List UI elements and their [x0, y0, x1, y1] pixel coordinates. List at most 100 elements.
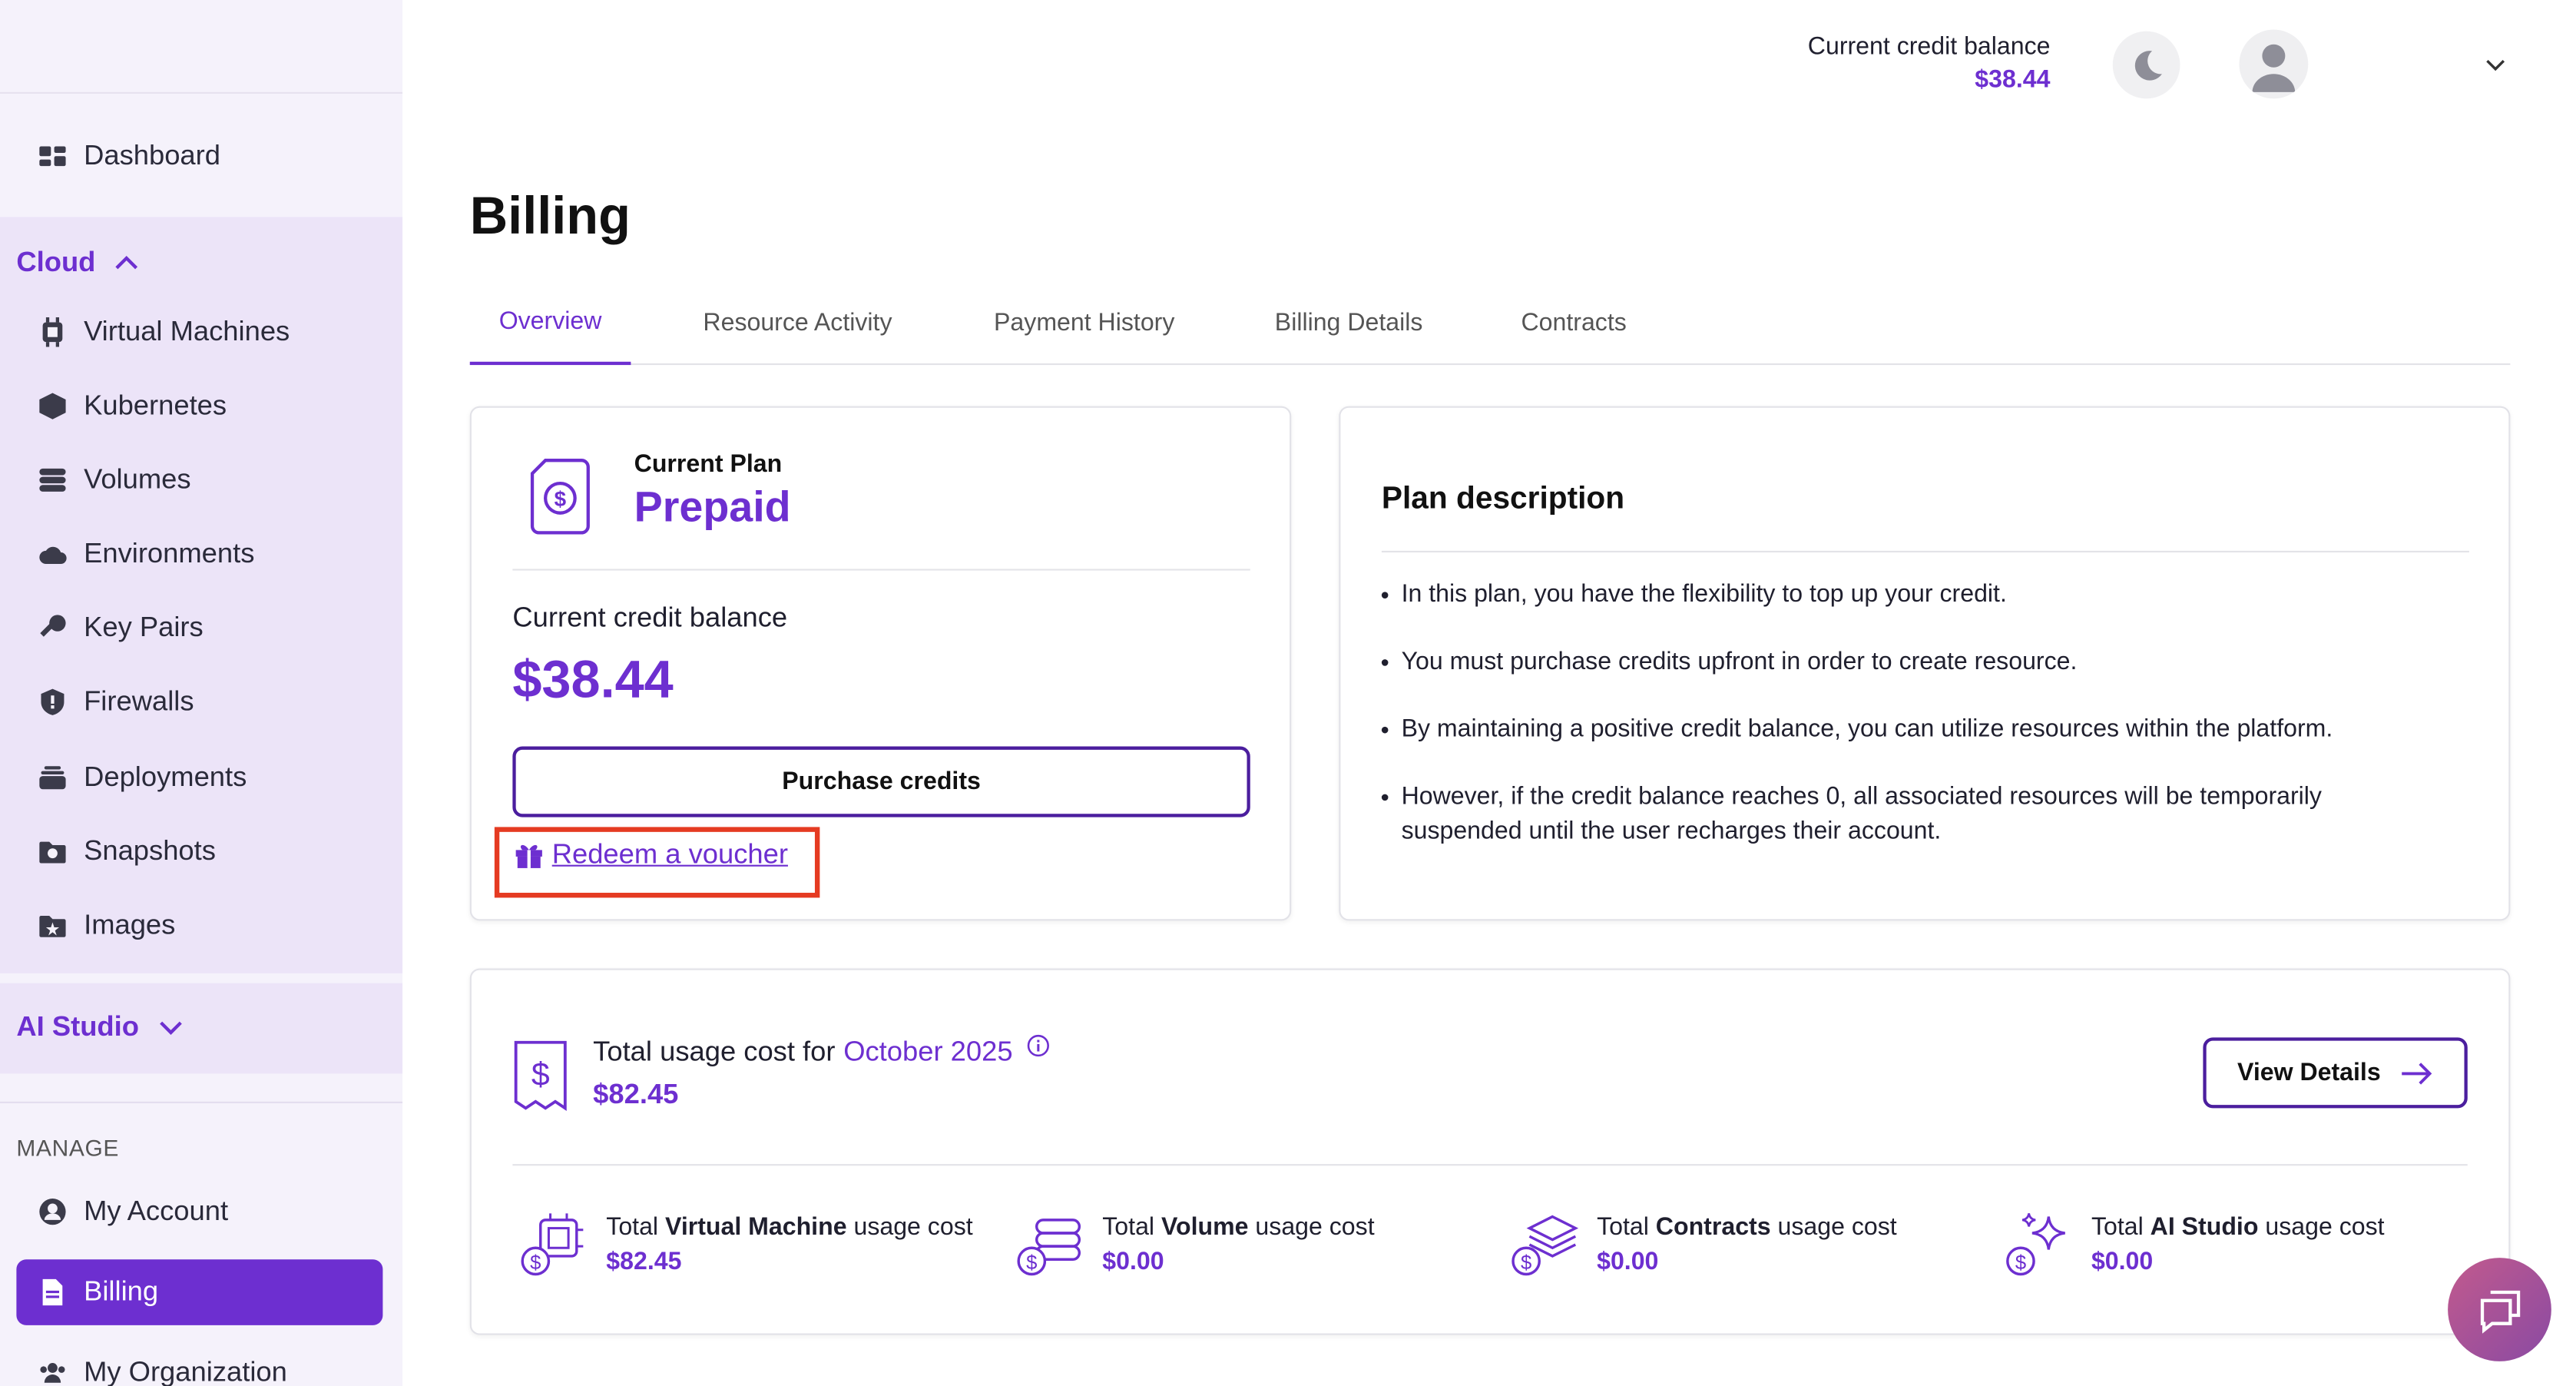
sidebar-item-virtual-machines[interactable]: Virtual Machines	[16, 299, 382, 365]
cloud-icon	[38, 539, 68, 569]
current-plan-label: Current Plan	[634, 450, 783, 479]
metric-value: $82.45	[606, 1248, 682, 1276]
metric-value: $0.00	[1597, 1248, 1659, 1276]
tab-resource-activity[interactable]: Resource Activity	[687, 280, 909, 365]
sidebar-item-label: Images	[84, 909, 176, 941]
svg-text:$: $	[530, 1252, 541, 1274]
metric-value: $0.00	[2091, 1248, 2154, 1276]
list-item: However, if the credit balance reaches 0…	[1381, 779, 2400, 848]
cloud-group-label: Cloud	[16, 247, 96, 278]
plan-description-list: In this plan, you have the flexibility t…	[1381, 577, 2400, 881]
sidebar-item-key-pairs[interactable]: Key Pairs	[16, 595, 382, 662]
chat-icon	[2479, 1289, 2520, 1333]
plan-divider	[512, 569, 1250, 571]
app-root: Dashboard Cloud Virtual Machines Kuberne…	[0, 0, 2576, 1386]
chevron-up-icon	[115, 255, 138, 270]
sidebar-item-label: Billing	[84, 1275, 159, 1308]
user-avatar[interactable]	[2239, 29, 2309, 99]
usage-divider	[512, 1164, 2468, 1166]
sidebar-item-kubernetes[interactable]: Kubernetes	[16, 373, 382, 439]
metric-ai-studio: $ Total AI Studio usage cost $0.00	[2002, 1210, 2385, 1282]
list-item: In this plan, you have the flexibility t…	[1381, 577, 2400, 612]
metric-value: $0.00	[1102, 1248, 1164, 1276]
dollar-document-icon: $	[530, 459, 590, 535]
volume-dollar-icon: $	[1017, 1219, 1081, 1276]
sidebar-item-images[interactable]: Images	[16, 893, 382, 959]
snapshot-icon	[38, 837, 68, 867]
sidebar-item-my-organization[interactable]: My Organization	[16, 1340, 382, 1386]
sidebar-item-billing[interactable]: Billing	[16, 1259, 383, 1325]
sidebar-item-volumes[interactable]: Volumes	[16, 447, 382, 513]
receipt-dollar-icon: $	[514, 1040, 567, 1111]
sidebar-item-label: Dashboard	[84, 139, 220, 171]
metric-label: Total Virtual Machine usage cost	[606, 1213, 973, 1242]
image-folder-icon	[38, 911, 68, 941]
sidebar-logo-area	[0, 0, 403, 94]
layers-dollar-icon: $	[1511, 1215, 1579, 1276]
tab-overview[interactable]: Overview	[469, 280, 631, 366]
tab-contracts[interactable]: Contracts	[1511, 280, 1637, 365]
sparkle-dollar-icon: $	[2006, 1213, 2065, 1276]
ai-studio-group-label: AI Studio	[16, 1011, 139, 1043]
info-icon[interactable]	[1028, 1034, 1051, 1057]
sidebar-item-label: Deployments	[84, 761, 247, 793]
credit-balance-label: Current credit balance	[512, 602, 788, 633]
current-plan-card: $ Current Plan Prepaid Current credit ba…	[469, 406, 1292, 921]
avatar-icon	[2252, 44, 2296, 92]
header-balance-value: $38.44	[1975, 65, 2051, 94]
ai-studio-group-toggle[interactable]: AI Studio	[16, 1011, 184, 1044]
tab-payment-history[interactable]: Payment History	[979, 280, 1190, 365]
metric-label: Total Volume usage cost	[1102, 1213, 1375, 1242]
sidebar-item-deployments[interactable]: Deployments	[16, 744, 382, 811]
purchase-credits-button[interactable]: Purchase credits	[512, 746, 1250, 817]
metric-volume: $ Total Volume usage cost $0.00	[1014, 1210, 1375, 1282]
moon-icon	[2134, 50, 2161, 80]
shield-icon	[38, 688, 68, 718]
sidebar-item-label: Snapshots	[84, 835, 216, 867]
sidebar-item-environments[interactable]: Environments	[16, 521, 382, 587]
sidebar: Dashboard Cloud Virtual Machines Kuberne…	[0, 0, 403, 1386]
plan-description-title: Plan description	[1381, 482, 1625, 516]
list-item: By maintaining a positive credit balance…	[1381, 712, 2400, 747]
page-title: Billing	[469, 185, 631, 245]
sidebar-item-firewalls[interactable]: Firewalls	[16, 669, 382, 735]
sidebar-item-label: Volumes	[84, 463, 191, 496]
sidebar-item-label: Firewalls	[84, 685, 194, 718]
view-details-button[interactable]: View Details	[2203, 1037, 2468, 1109]
chip-icon	[38, 317, 68, 347]
sidebar-item-label: My Organization	[84, 1356, 287, 1386]
cube-icon	[38, 391, 68, 421]
sidebar-divider	[0, 1101, 403, 1103]
stack-icon	[38, 763, 68, 793]
team-icon	[38, 1358, 68, 1386]
chat-support-button[interactable]	[2448, 1258, 2551, 1361]
chevron-down-icon[interactable]	[2482, 51, 2508, 77]
redeem-voucher-link[interactable]: Redeem a voucher	[515, 838, 788, 871]
sidebar-item-label: Virtual Machines	[84, 315, 290, 347]
header-credit-balance: Current credit balance $38.44	[1808, 33, 2051, 94]
usage-total: $82.45	[593, 1078, 679, 1110]
credit-balance-value: $38.44	[512, 649, 674, 709]
svg-text:$: $	[555, 487, 567, 511]
sidebar-item-my-account[interactable]: My Account	[16, 1179, 382, 1245]
description-divider	[1381, 550, 2469, 553]
cloud-group-toggle[interactable]: Cloud	[16, 247, 141, 280]
dashboard-icon	[38, 141, 68, 171]
redeem-voucher-label: Redeem a voucher	[551, 838, 788, 870]
sidebar-item-label: Environments	[84, 537, 255, 569]
tab-billing-details[interactable]: Billing Details	[1265, 280, 1432, 365]
metric-virtual-machine: $ Total Virtual Machine usage cost $82.4…	[518, 1210, 973, 1282]
sidebar-item-label: My Account	[84, 1195, 229, 1227]
plan-description-card: Plan description In this plan, you have …	[1339, 406, 2511, 921]
usage-month: October 2025	[843, 1036, 1013, 1067]
list-item: You must purchase credits upfront in ord…	[1381, 645, 2400, 679]
vm-dollar-icon: $	[521, 1213, 584, 1276]
user-circle-icon	[38, 1197, 68, 1227]
sidebar-item-dashboard[interactable]: Dashboard	[16, 124, 382, 190]
theme-toggle-button[interactable]	[2112, 31, 2180, 99]
sidebar-item-snapshots[interactable]: Snapshots	[16, 819, 382, 885]
usage-cost-card: $ Total usage cost for October 2025 $82.…	[469, 968, 2511, 1335]
svg-text:$: $	[1521, 1252, 1531, 1274]
plan-name: Prepaid	[634, 482, 791, 532]
sidebar-item-label: Key Pairs	[84, 612, 204, 643]
